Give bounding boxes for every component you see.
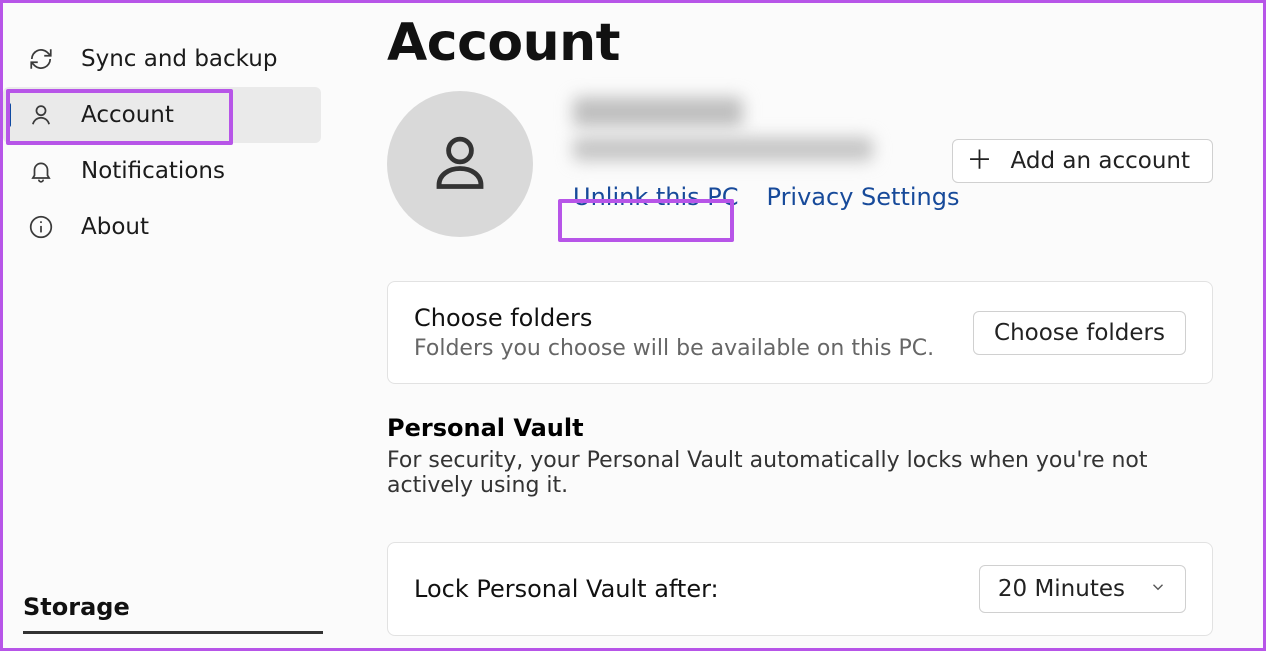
choose-folders-card: Choose folders Folders you choose will b… [387, 281, 1213, 384]
sidebar-item-about[interactable]: About [3, 199, 321, 255]
personal-vault-lock-card: Lock Personal Vault after: 20 Minutes [387, 542, 1213, 636]
bell-icon [27, 157, 55, 185]
account-identity: Unlink this PC Privacy Settings [573, 91, 959, 211]
personal-vault-description: For security, your Personal Vault automa… [387, 448, 1213, 498]
choose-folders-subtitle: Folders you choose will be available on … [414, 336, 934, 361]
lock-after-dropdown[interactable]: 20 Minutes [979, 565, 1186, 613]
sidebar-item-label: Account [81, 102, 174, 128]
account-name-redacted [573, 97, 743, 127]
unlink-this-pc-link[interactable]: Unlink this PC [573, 183, 739, 211]
account-header: Unlink this PC Privacy Settings ＋ Add an… [387, 91, 1213, 237]
lock-after-label: Lock Personal Vault after: [414, 575, 719, 603]
account-email-redacted [573, 137, 873, 161]
choose-folders-title: Choose folders [414, 304, 934, 332]
sidebar-item-label: Notifications [81, 158, 225, 184]
settings-window: Sync and backup Account Notifications Ab… [0, 0, 1266, 651]
lock-after-value: 20 Minutes [998, 576, 1125, 602]
main-panel: Account Unlink this PC Privacy Settings … [323, 3, 1263, 648]
page-title: Account [387, 13, 1213, 73]
storage-label: Storage [23, 593, 303, 621]
sidebar-item-label: Sync and backup [81, 46, 277, 72]
sidebar-item-sync-and-backup[interactable]: Sync and backup [3, 31, 321, 87]
privacy-settings-link[interactable]: Privacy Settings [767, 183, 960, 211]
add-account-label: Add an account [1011, 148, 1190, 174]
storage-section: Storage [3, 593, 323, 648]
avatar [387, 91, 533, 237]
sidebar-item-account[interactable]: Account [3, 87, 321, 143]
plus-icon: ＋ [967, 148, 993, 174]
sync-icon [27, 45, 55, 73]
sidebar: Sync and backup Account Notifications Ab… [3, 3, 323, 648]
personal-vault-title: Personal Vault [387, 414, 1213, 442]
storage-bar [23, 631, 323, 634]
info-icon [27, 213, 55, 241]
sidebar-item-label: About [81, 214, 149, 240]
choose-folders-button[interactable]: Choose folders [973, 311, 1186, 355]
person-icon [27, 101, 55, 129]
chevron-down-icon [1149, 576, 1167, 602]
sidebar-item-notifications[interactable]: Notifications [3, 143, 321, 199]
add-account-button[interactable]: ＋ Add an account [952, 139, 1213, 183]
